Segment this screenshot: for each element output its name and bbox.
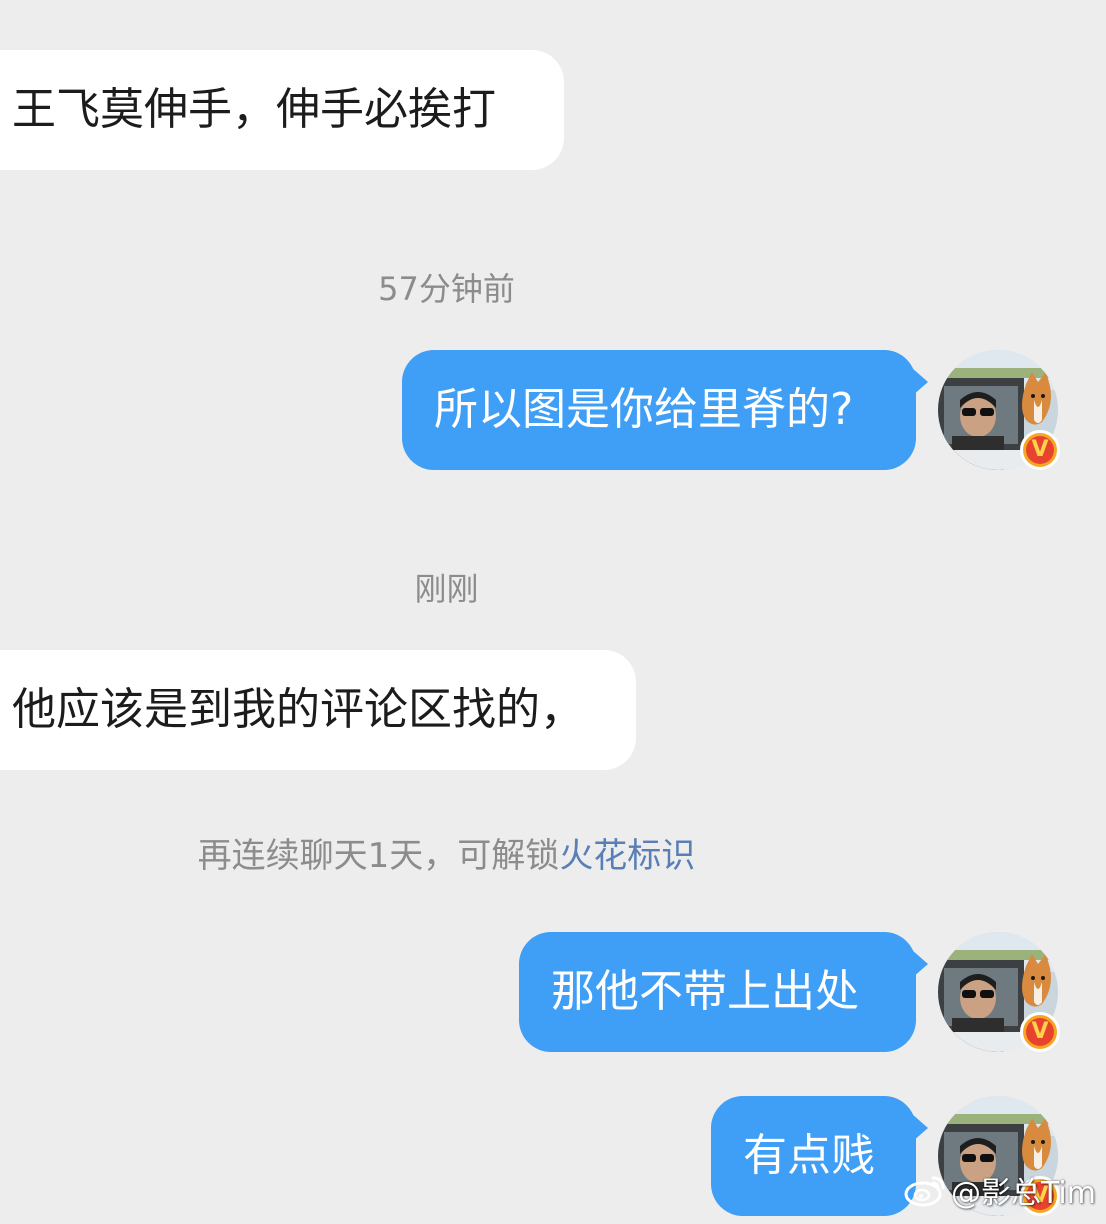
message-text: 王飞莫伸手，伸手必挨打 (12, 84, 496, 135)
verified-badge-icon: V (1020, 1012, 1060, 1052)
streak-tip-text: 再连续聊天1天，可解锁 (197, 836, 560, 876)
message-text: 那他不带上出处 (551, 966, 859, 1017)
message-bubble-incoming[interactable]: 他应该是到我的评论区找的， (0, 650, 636, 770)
message-bubble-outgoing[interactable]: 所以图是你给里脊的? (402, 350, 928, 470)
message-text: 所以图是你给里脊的? (434, 384, 854, 435)
verified-badge-letter: V (1026, 436, 1054, 464)
streak-tip: 再连续聊天1天，可解锁火花标识 (0, 828, 893, 877)
verified-badge-icon: V (1020, 430, 1060, 470)
avatar[interactable]: V (938, 350, 1060, 470)
message-bubble-incoming[interactable]: 王飞莫伸手，伸手必挨打 (0, 50, 564, 170)
chat-thread: 王飞莫伸手，伸手必挨打 57分钟前 所以图是你给里脊的? V 刚刚 他应该是到我… (0, 0, 1106, 1224)
message-timestamp: 57分钟前 (378, 270, 515, 308)
message-bubble-outgoing[interactable]: 有点贱 (711, 1096, 928, 1216)
message-text: 有点贱 (743, 1130, 875, 1181)
spark-badge-link[interactable]: 火花标识 (559, 836, 695, 876)
weibo-watermark: @影总Tim (903, 1168, 1096, 1212)
watermark-handle: @影总Tim (951, 1176, 1096, 1211)
verified-badge-letter: V (1026, 1018, 1054, 1046)
message-timestamp: 刚刚 (414, 570, 479, 608)
message-bubble-outgoing[interactable]: 那他不带上出处 (519, 932, 928, 1052)
avatar[interactable]: V (938, 932, 1060, 1052)
message-text: 他应该是到我的评论区找的， (12, 684, 584, 735)
weibo-icon (904, 1176, 945, 1207)
